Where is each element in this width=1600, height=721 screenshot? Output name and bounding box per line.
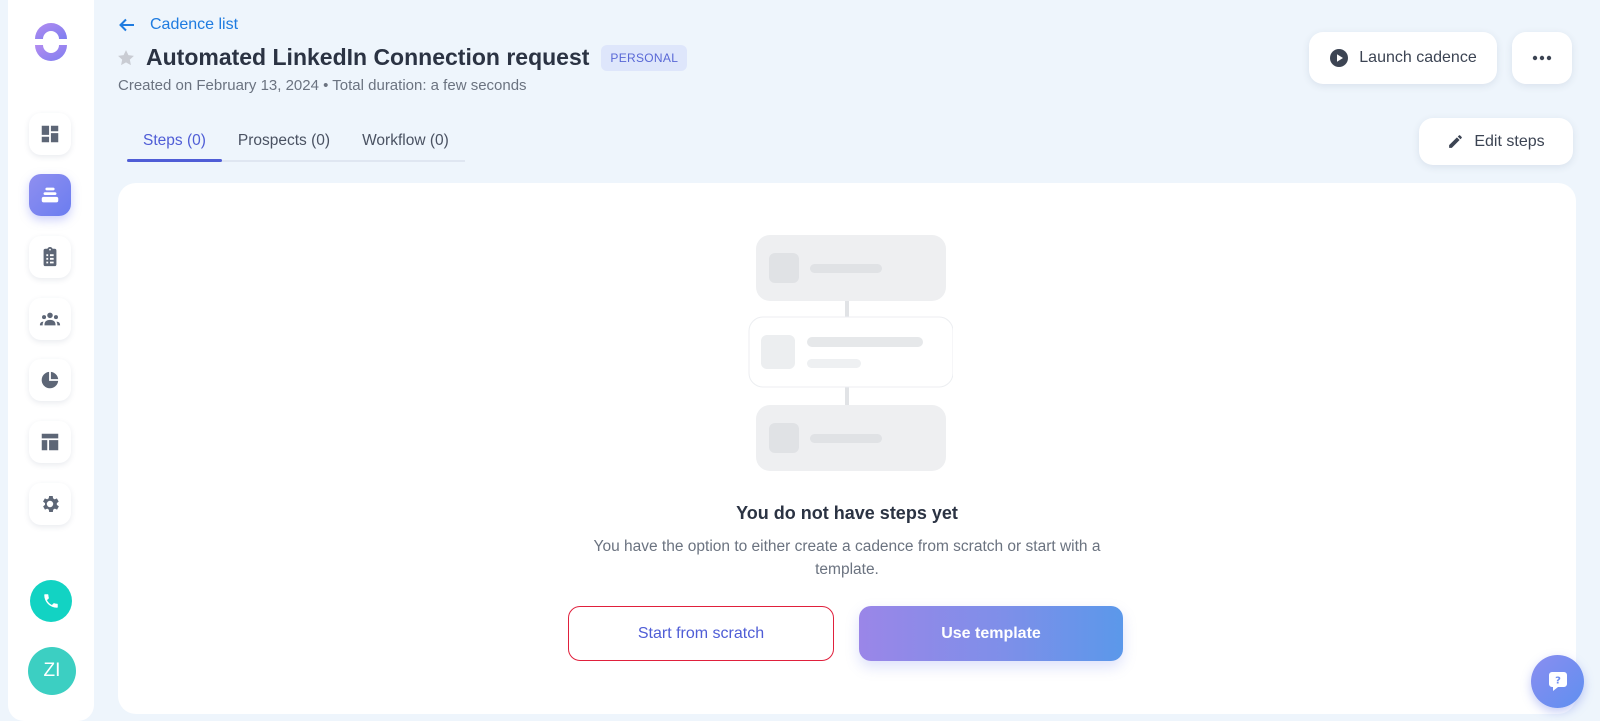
tasks-icon [43,246,57,267]
title-row: Automated LinkedIn Connection request PE… [116,44,688,71]
sidebar-item-dashboard[interactable] [29,113,71,155]
help-chat-button[interactable]: ? [1531,655,1584,708]
tab-workflow[interactable]: Workflow (0) [346,124,465,160]
tab-steps[interactable]: Steps (0) [127,124,222,162]
svg-text:?: ? [1555,675,1561,686]
sidebar-item-settings[interactable] [29,483,71,525]
cadence-tabs: Steps (0) Prospects (0) Workflow (0) [127,124,465,162]
phone-button[interactable] [30,580,72,622]
empty-steps-illustration [748,235,953,471]
prospects-icon [39,312,61,326]
empty-state-title: You do not have steps yet [736,503,958,523]
more-options-button[interactable] [1512,32,1572,84]
page-title: Automated LinkedIn Connection request [146,44,590,70]
sidebar: ZI [8,0,94,721]
play-circle-icon [1330,49,1349,67]
reports-icon [41,371,59,389]
cadence-meta: Created on February 13, 2024 • Total dur… [118,77,527,94]
back-link-label: Cadence list [150,16,239,33]
pencil-icon [1449,135,1463,148]
edit-steps-label: Edit steps [1474,132,1545,150]
star-icon[interactable] [116,48,136,68]
empty-state-description: You have the option to either create a c… [593,538,1101,578]
arrow-left-icon [119,18,134,32]
sidebar-item-reports[interactable] [29,359,71,401]
cadences-icon [41,187,59,203]
edit-steps-button[interactable]: Edit steps [1419,118,1573,165]
help-chat-icon: ? [1548,671,1567,691]
back-to-cadence-list-link[interactable]: Cadence list [118,16,238,34]
sidebar-item-cadences[interactable] [29,174,71,216]
templates-icon [41,433,59,451]
dashboard-icon [41,125,59,143]
sidebar-item-templates[interactable] [29,421,71,463]
launch-cadence-button[interactable]: Launch cadence [1309,32,1497,84]
phone-icon [44,594,58,608]
use-template-button[interactable]: Use template [859,606,1123,661]
personal-badge: PERSONAL [601,44,688,71]
more-horizontal-icon [1532,55,1552,61]
app-logo-icon[interactable] [31,22,71,62]
sidebar-item-prospects[interactable] [29,298,71,340]
sidebar-item-tasks[interactable] [29,236,71,278]
tab-prospects[interactable]: Prospects (0) [222,124,346,160]
user-avatar[interactable]: ZI [28,647,76,695]
launch-cadence-label: Launch cadence [1359,49,1477,66]
steps-panel: You do not have steps yet You have the o… [118,183,1576,714]
start-from-scratch-button[interactable]: Start from scratch [568,606,834,661]
settings-icon [43,496,59,512]
